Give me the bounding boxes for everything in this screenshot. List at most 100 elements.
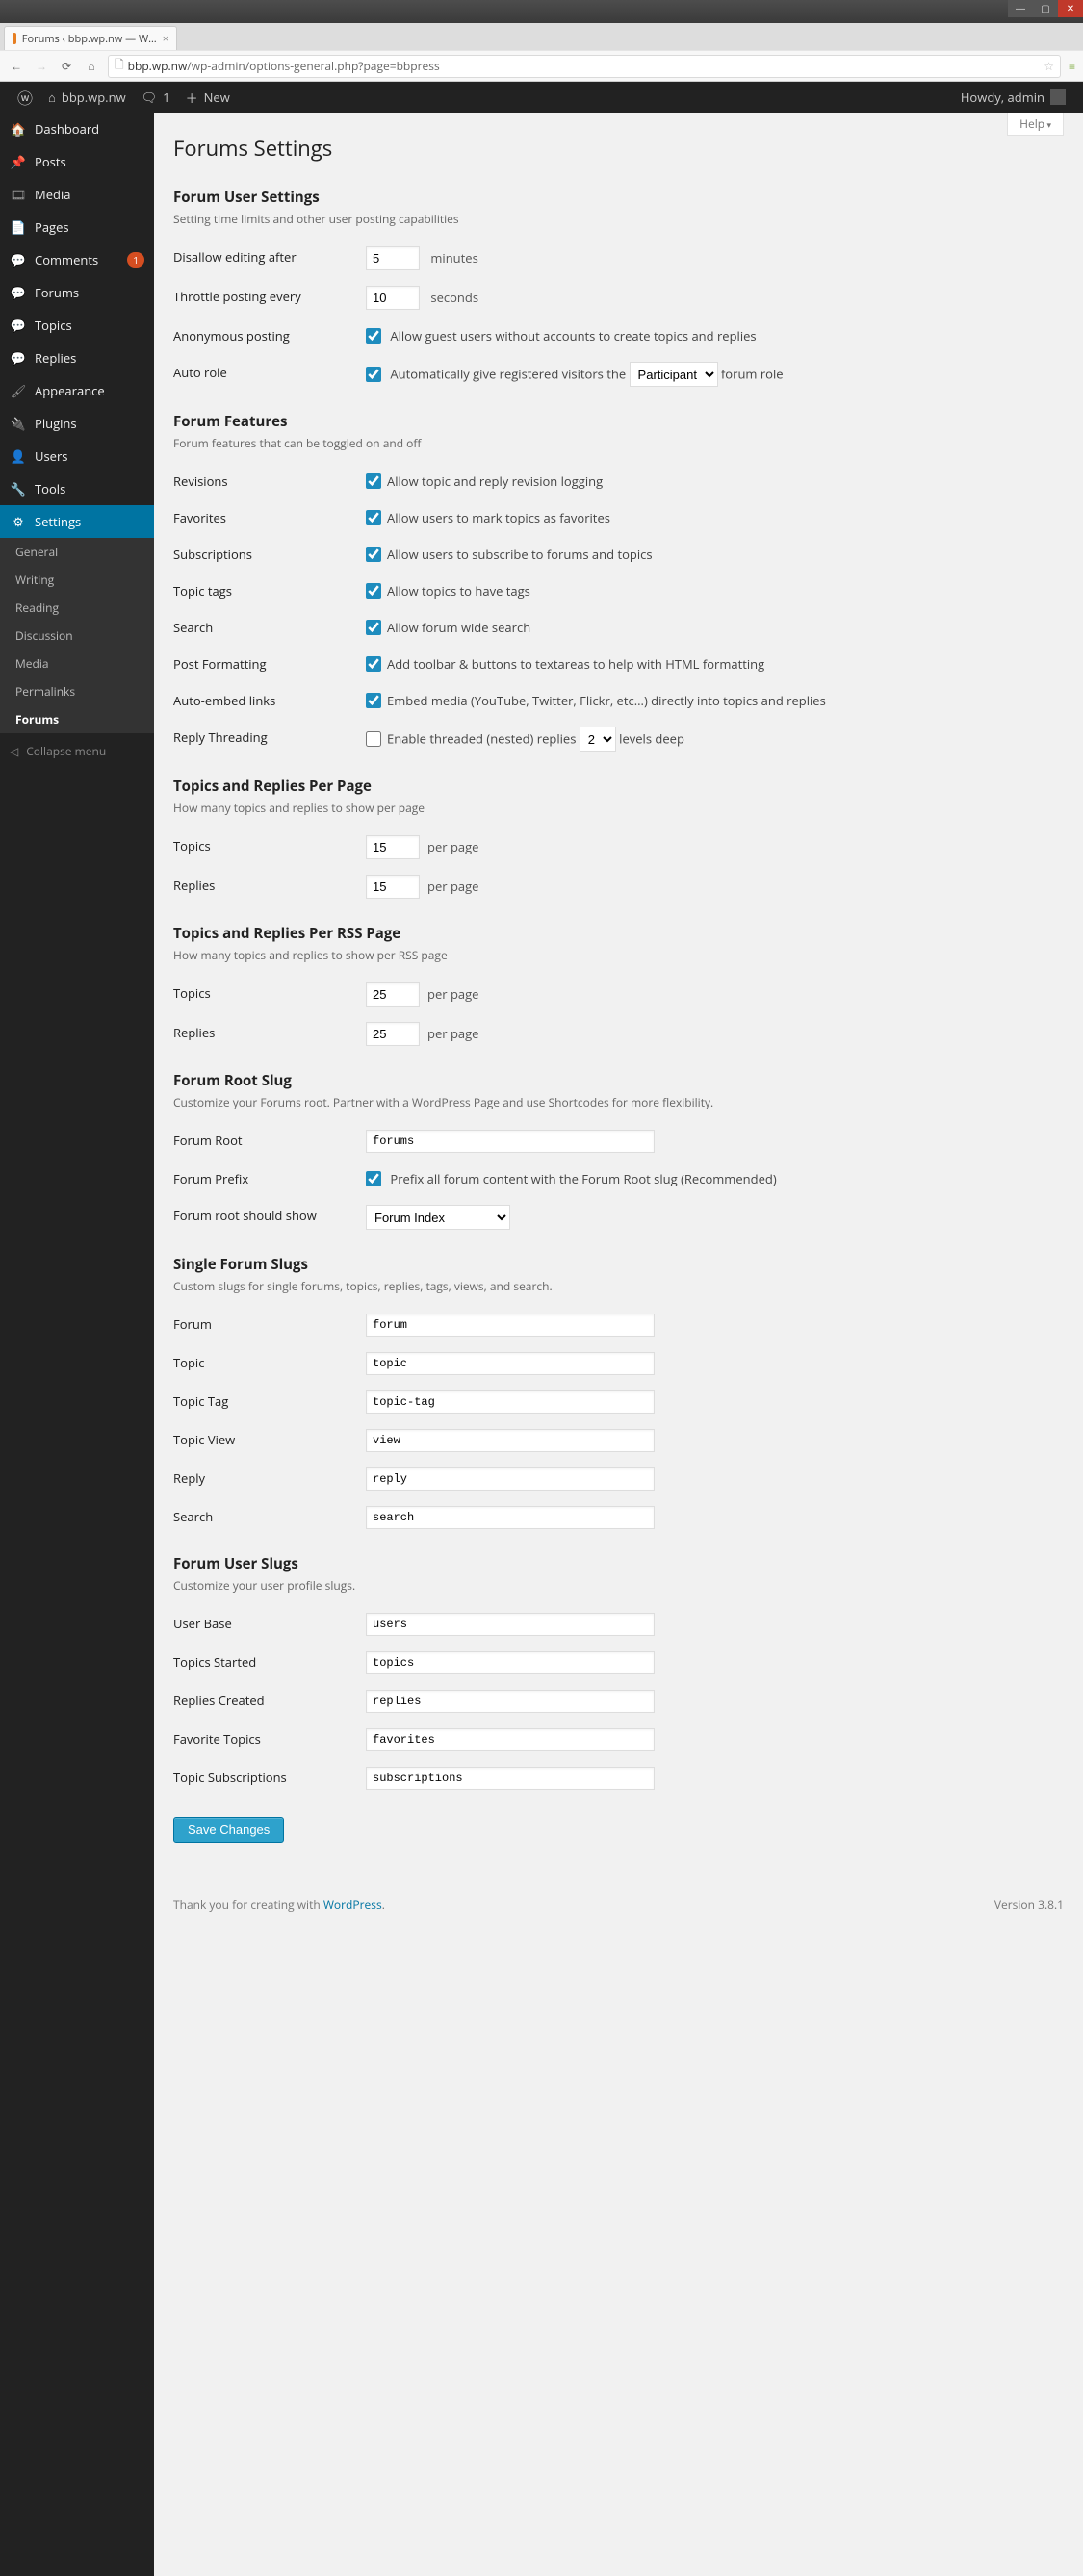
checkbox-text: Allow users to subscribe to forums and t… [387, 546, 653, 563]
account-menu[interactable]: Howdy, admin [953, 82, 1073, 113]
topics-per-rss-input[interactable] [366, 982, 420, 1007]
topic-tags-checkbox[interactable] [366, 583, 381, 599]
disallow-editing-input[interactable] [366, 246, 420, 270]
forum-root-show-select[interactable]: Forum Index [366, 1205, 510, 1230]
forum-root-input[interactable] [366, 1130, 655, 1153]
revisions-checkbox[interactable] [366, 473, 381, 489]
post-formatting-checkbox[interactable] [366, 656, 381, 672]
sidebar-item-media[interactable]: 🎞Media [0, 178, 154, 211]
topic-tag-slug-input[interactable] [366, 1390, 655, 1414]
help-tab[interactable]: Help [1007, 113, 1064, 136]
save-changes-button[interactable]: Save Changes [173, 1817, 284, 1843]
address-bar[interactable]: 🗋 bbp.wp.nw/wp-admin/options-general.php… [108, 55, 1061, 78]
field-label: Topic [173, 1344, 366, 1383]
anonymous-posting-checkbox[interactable] [366, 328, 381, 344]
submenu-item-permalinks[interactable]: Permalinks [0, 677, 154, 705]
sidebar-item-comments[interactable]: 💬Comments1 [0, 243, 154, 276]
submenu-item-media[interactable]: Media [0, 650, 154, 677]
tools-icon: 🔧 [10, 480, 27, 497]
auto-role-select[interactable]: Participant [630, 362, 718, 387]
home-icon[interactable]: ⌂ [83, 58, 100, 74]
site-name-menu[interactable]: ⌂bbp.wp.nw [40, 82, 134, 113]
checkbox-text: Allow topics to have tags [387, 582, 530, 599]
forum-slug-input[interactable] [366, 1314, 655, 1337]
section-heading-user-slugs: Forum User Slugs [173, 1554, 1064, 1573]
topic-view-slug-input[interactable] [366, 1429, 655, 1452]
field-label: Topics [173, 975, 366, 1014]
section-heading-root-slug: Forum Root Slug [173, 1071, 1064, 1090]
sidebar-item-pages[interactable]: 📄Pages [0, 211, 154, 243]
auto-role-checkbox[interactable] [366, 367, 381, 382]
collapse-menu-button[interactable]: ◁ Collapse menu [0, 733, 154, 769]
field-label: Throttle posting every [173, 278, 366, 318]
sidebar-item-forums[interactable]: 💬Forums [0, 276, 154, 309]
browser-tab[interactable]: Forums ‹ bbp.wp.nw — W… × [4, 26, 177, 50]
back-icon[interactable]: ← [8, 58, 25, 74]
window-maximize-button[interactable]: ▢ [1033, 0, 1058, 17]
avatar [1050, 89, 1066, 105]
tab-close-icon[interactable]: × [163, 32, 168, 46]
sidebar-item-tools[interactable]: 🔧 Tools [0, 472, 154, 505]
auto-embed-links-checkbox[interactable] [366, 693, 381, 708]
field-label: Anonymous posting [173, 318, 366, 354]
posts-icon: 📌 [10, 153, 27, 170]
forum-prefix-checkbox[interactable] [366, 1171, 381, 1186]
topic-subscriptions-slug-input[interactable] [366, 1767, 655, 1790]
topic-slug-input[interactable] [366, 1352, 655, 1375]
forward-icon[interactable]: → [33, 58, 50, 74]
reply-slug-input[interactable] [366, 1467, 655, 1491]
sidebar-item-replies[interactable]: 💬Replies [0, 342, 154, 374]
field-label: Reply Threading [173, 719, 366, 759]
footer-wordpress-link[interactable]: WordPress [323, 1897, 382, 1913]
topics-per-page-input[interactable] [366, 835, 420, 859]
field-label: Topic View [173, 1421, 366, 1460]
submenu-item-discussion[interactable]: Discussion [0, 622, 154, 650]
sidebar-item-topics[interactable]: 💬Topics [0, 309, 154, 342]
replies-per-rss-input[interactable] [366, 1022, 420, 1046]
comments-menu[interactable]: 🗨1 [134, 82, 178, 113]
submenu-item-general[interactable]: General [0, 538, 154, 566]
bookmark-star-icon[interactable]: ☆ [1044, 58, 1054, 74]
throttle-input[interactable] [366, 286, 420, 310]
site-name: bbp.wp.nw [62, 89, 126, 106]
sidebar-item-plugins[interactable]: 🔌Plugins [0, 407, 154, 440]
user-base-slug-input[interactable] [366, 1613, 655, 1636]
reply-threading-checkbox[interactable] [366, 731, 381, 747]
sidebar-item-label: Tools [35, 480, 65, 497]
replies-created-slug-input[interactable] [366, 1690, 655, 1713]
search-slug-input[interactable] [366, 1506, 655, 1529]
pages-icon: 📄 [10, 218, 27, 236]
submenu-item-forums[interactable]: Forums [0, 705, 154, 733]
admin-sidebar: 🏠Dashboard📌Posts🎞Media📄Pages💬Comments1💬F… [0, 113, 154, 2576]
favorite-topics-slug-input[interactable] [366, 1728, 655, 1751]
topics-started-slug-input[interactable] [366, 1651, 655, 1674]
wp-logo-menu[interactable]: ⓦ [10, 82, 40, 113]
sidebar-item-dashboard[interactable]: 🏠Dashboard [0, 113, 154, 145]
checkbox-text: Add toolbar & buttons to textareas to he… [387, 655, 764, 673]
sidebar-item-settings[interactable]: ⚙Settings [0, 505, 154, 538]
section-heading-features: Forum Features [173, 412, 1064, 431]
favorites-checkbox[interactable] [366, 510, 381, 525]
unit-label: minutes [430, 249, 477, 267]
submenu-item-writing[interactable]: Writing [0, 566, 154, 594]
checkbox-text: Automatically give registered visitors t… [390, 366, 626, 383]
submenu-item-reading[interactable]: Reading [0, 594, 154, 622]
browser-toolbar: ← → ⟳ ⌂ 🗋 bbp.wp.nw/wp-admin/options-gen… [0, 50, 1083, 81]
section-desc: Customize your Forums root. Partner with… [173, 1094, 1064, 1110]
reply-threading-select[interactable]: 2 [580, 727, 616, 752]
reload-icon[interactable]: ⟳ [58, 58, 75, 74]
window-minimize-button[interactable]: — [1008, 0, 1033, 17]
comments-icon: 💬 [10, 251, 27, 268]
replies-per-page-input[interactable] [366, 875, 420, 899]
plugins-icon: 🔌 [10, 415, 27, 432]
new-content-menu[interactable]: ＋New [178, 82, 238, 113]
sidebar-item-appearance[interactable]: 🖌Appearance [0, 374, 154, 407]
browser-tabbar: Forums ‹ bbp.wp.nw — W… × [0, 23, 1083, 50]
browser-menu-icon[interactable]: ≡ [1069, 58, 1075, 74]
sidebar-item-posts[interactable]: 📌Posts [0, 145, 154, 178]
window-close-button[interactable]: ✕ [1058, 0, 1083, 17]
subscriptions-checkbox[interactable] [366, 547, 381, 562]
appearance-icon: 🖌 [10, 382, 27, 399]
sidebar-item-users[interactable]: 👤Users [0, 440, 154, 472]
search-checkbox[interactable] [366, 620, 381, 635]
